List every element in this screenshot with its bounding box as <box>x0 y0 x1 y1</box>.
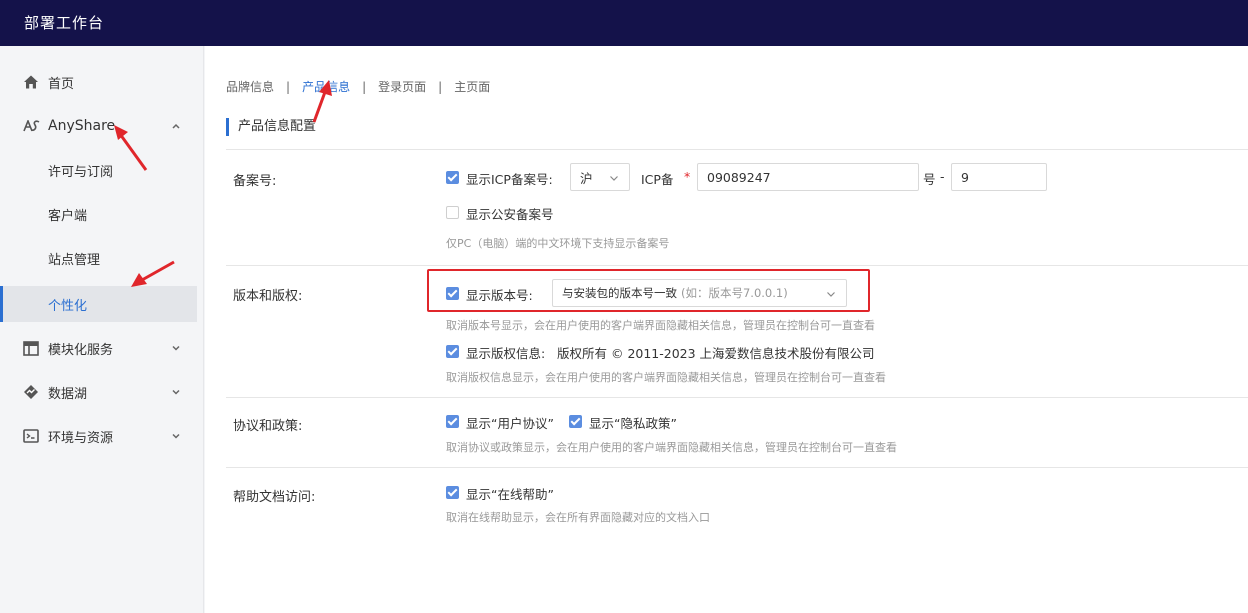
sidebar-item-label: AnyShare <box>48 118 116 134</box>
divider <box>226 149 1248 150</box>
required-mark: * <box>684 169 691 184</box>
datalake-icon <box>22 383 40 401</box>
app-title: 部署工作台 <box>24 14 105 32</box>
online-help-checkbox[interactable] <box>446 486 459 499</box>
anyshare-logo-icon <box>22 117 40 135</box>
show-copyright-checkbox[interactable] <box>446 345 459 358</box>
sidebar: 首页 AnyShare 许可与订阅 客户端 站点管理 个性化 模块化服务 数据湖 <box>0 46 204 613</box>
chevron-down-icon <box>172 389 180 395</box>
show-icp-checkbox[interactable] <box>446 171 459 184</box>
sidebar-item-client[interactable]: 客户端 <box>0 196 197 232</box>
chevron-down-icon <box>610 176 618 181</box>
version-row-label: 版本和版权: <box>233 289 303 304</box>
active-indicator <box>0 286 3 322</box>
copyright-text: 版权所有 © 2011-2023 上海爱数信息技术股份有限公司 <box>557 346 875 361</box>
province-select[interactable]: 沪 <box>570 163 630 191</box>
sidebar-item-anyshare[interactable]: AnyShare <box>0 108 197 144</box>
tab-separator: | <box>362 79 367 94</box>
user-agreement-checkbox[interactable] <box>446 415 459 428</box>
sidebar-item-label: 客户端 <box>48 208 88 224</box>
version-hint: 取消版本号显示，会在用户使用的客户端界面隐藏相关信息，管理员在控制台可一直查看 <box>446 319 875 332</box>
sidebar-item-datalake[interactable]: 数据湖 <box>0 374 197 410</box>
online-help-label: 显示“在线帮助” <box>466 487 554 502</box>
show-police-label: 显示公安备案号 <box>466 207 554 222</box>
privacy-policy-label: 显示“隐私政策” <box>589 416 677 431</box>
main-content: 品牌信息 | 产品信息 | 登录页面 | 主页面 产品信息配置 备案号: 显示I… <box>205 46 1248 613</box>
sidebar-item-personalization[interactable]: 个性化 <box>0 286 197 322</box>
hao-label: 号 <box>923 172 936 187</box>
tab-login-page[interactable]: 登录页面 <box>378 78 426 95</box>
tab-brand-info[interactable]: 品牌信息 <box>226 78 274 95</box>
environment-icon <box>22 427 40 445</box>
province-select-value: 沪 <box>580 170 593 186</box>
tab-bar: 品牌信息 | 产品信息 | 登录页面 | 主页面 <box>226 78 490 95</box>
sidebar-item-label: 个性化 <box>48 298 88 314</box>
copyright-hint: 取消版权信息显示，会在用户使用的客户端界面隐藏相关信息，管理员在控制台可一直查看 <box>446 371 886 384</box>
sidebar-item-label: 数据湖 <box>48 386 88 402</box>
icp-hint: 仅PC（电脑）端的中文环境下支持显示备案号 <box>446 237 670 250</box>
top-bar: 部署工作台 <box>0 0 1248 46</box>
dash-label: - <box>940 169 945 184</box>
privacy-policy-checkbox[interactable] <box>569 415 582 428</box>
help-hint: 取消在线帮助显示，会在所有界面隐藏对应的文档入口 <box>446 511 710 524</box>
divider <box>226 397 1248 398</box>
home-icon <box>22 73 40 91</box>
divider <box>226 265 1248 266</box>
section-title: 产品信息配置 <box>226 118 316 136</box>
annotation-arrow-icon <box>114 125 148 171</box>
annotation-arrow-icon <box>312 80 332 123</box>
sidebar-item-home[interactable]: 首页 <box>0 64 197 100</box>
tab-separator: | <box>438 79 443 94</box>
sidebar-item-label: 许可与订阅 <box>48 164 114 180</box>
chevron-up-icon <box>172 123 180 129</box>
icp-prefix-label: ICP备 <box>641 172 674 187</box>
module-icon <box>22 339 40 357</box>
policy-hint: 取消协议或政策显示，会在用户使用的客户端界面隐藏相关信息，管理员在控制台可一直查… <box>446 441 897 454</box>
sidebar-item-label: 环境与资源 <box>48 430 114 446</box>
tab-home-page[interactable]: 主页面 <box>454 78 490 95</box>
show-copyright-label: 显示版权信息: <box>466 346 546 361</box>
icp-number-input[interactable]: 09089247 <box>697 163 919 191</box>
help-row-label: 帮助文档访问: <box>233 490 316 505</box>
policy-row-label: 协议和政策: <box>233 419 303 434</box>
icp-row-label: 备案号: <box>233 174 277 189</box>
sidebar-item-label: 首页 <box>48 76 75 92</box>
icp-suffix-input[interactable]: 9 <box>951 163 1047 191</box>
show-icp-label: 显示ICP备案号: <box>466 172 553 187</box>
sidebar-item-license[interactable]: 许可与订阅 <box>0 152 197 188</box>
chevron-down-icon <box>172 345 180 351</box>
sidebar-item-environment[interactable]: 环境与资源 <box>0 418 197 454</box>
tab-separator: | <box>286 79 291 94</box>
divider <box>226 467 1248 468</box>
show-police-checkbox[interactable] <box>446 206 459 219</box>
annotation-arrow-icon <box>131 260 175 287</box>
user-agreement-label: 显示“用户协议” <box>466 416 554 431</box>
sidebar-item-modular-services[interactable]: 模块化服务 <box>0 330 197 366</box>
annotation-highlight-box <box>427 269 870 312</box>
chevron-down-icon <box>172 433 180 439</box>
sidebar-item-label: 模块化服务 <box>48 342 114 358</box>
sidebar-item-label: 站点管理 <box>48 252 101 268</box>
